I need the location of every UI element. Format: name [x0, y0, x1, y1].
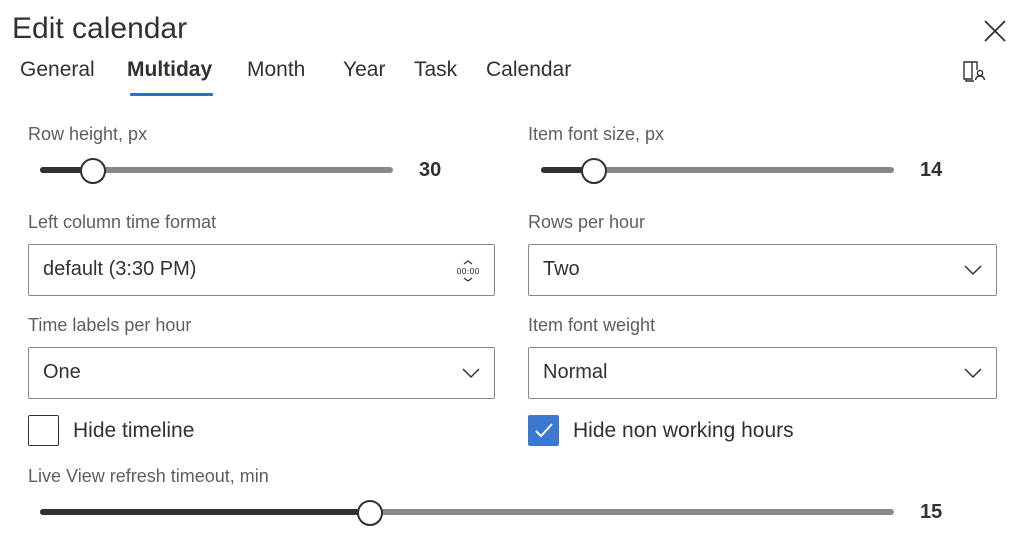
row-height-value: 30 — [419, 159, 442, 181]
row-height-slider[interactable] — [40, 158, 393, 184]
left-column-time-format-field[interactable]: default (3:30 PM) 00:00 — [28, 244, 495, 296]
close-icon[interactable] — [982, 18, 1008, 44]
time-labels-per-hour-label: Time labels per hour — [28, 315, 192, 335]
slider-thumb[interactable] — [80, 158, 106, 184]
tab-month[interactable]: Month — [247, 58, 305, 82]
rows-per-hour-select[interactable]: Two — [528, 244, 997, 296]
rows-per-hour-value: Two — [543, 258, 580, 280]
svg-text:00:00: 00:00 — [456, 267, 479, 276]
time-labels-per-hour-value: One — [43, 361, 81, 383]
live-view-refresh-label: Live View refresh timeout, min — [28, 466, 269, 486]
chevron-down-icon — [462, 366, 480, 380]
time-labels-per-hour-select[interactable]: One — [28, 347, 495, 399]
slider-thumb[interactable] — [357, 500, 383, 526]
chevron-down-icon — [964, 263, 982, 277]
live-view-refresh-slider[interactable] — [40, 500, 894, 526]
tab-multiday[interactable]: Multiday — [127, 58, 212, 82]
checkmark-icon — [535, 423, 553, 438]
tab-task[interactable]: Task — [414, 58, 457, 82]
hide-non-working-hours-label[interactable]: Hide non working hours — [573, 419, 794, 443]
item-font-weight-label: Item font weight — [528, 315, 656, 335]
row-height-label: Row height, px — [28, 124, 148, 144]
item-font-size-slider[interactable] — [541, 158, 894, 184]
dialog-title: Edit calendar — [12, 12, 188, 45]
slider-thumb[interactable] — [581, 158, 607, 184]
slider-fill — [40, 509, 370, 515]
active-tab-indicator — [130, 93, 213, 96]
item-font-weight-select[interactable]: Normal — [528, 347, 997, 399]
left-column-time-format-label: Left column time format — [28, 212, 217, 232]
rows-per-hour-label: Rows per hour — [528, 212, 646, 232]
tab-year[interactable]: Year — [343, 58, 385, 82]
left-column-time-format-value: default (3:30 PM) — [43, 258, 197, 280]
hide-non-working-hours-checkbox[interactable] — [528, 415, 559, 446]
hide-timeline-label[interactable]: Hide timeline — [73, 419, 194, 443]
item-font-weight-value: Normal — [543, 361, 608, 383]
hide-timeline-checkbox[interactable] — [28, 415, 59, 446]
item-font-size-value: 14 — [920, 159, 943, 181]
tab-general[interactable]: General — [20, 58, 95, 82]
live-view-refresh-value: 15 — [920, 501, 943, 523]
item-font-size-label: Item font size, px — [528, 124, 665, 144]
chevron-down-icon — [964, 366, 982, 380]
time-spinner-icon[interactable]: 00:00 — [454, 257, 482, 285]
tab-calendar[interactable]: Calendar — [486, 58, 571, 82]
book-user-icon[interactable] — [961, 58, 987, 84]
